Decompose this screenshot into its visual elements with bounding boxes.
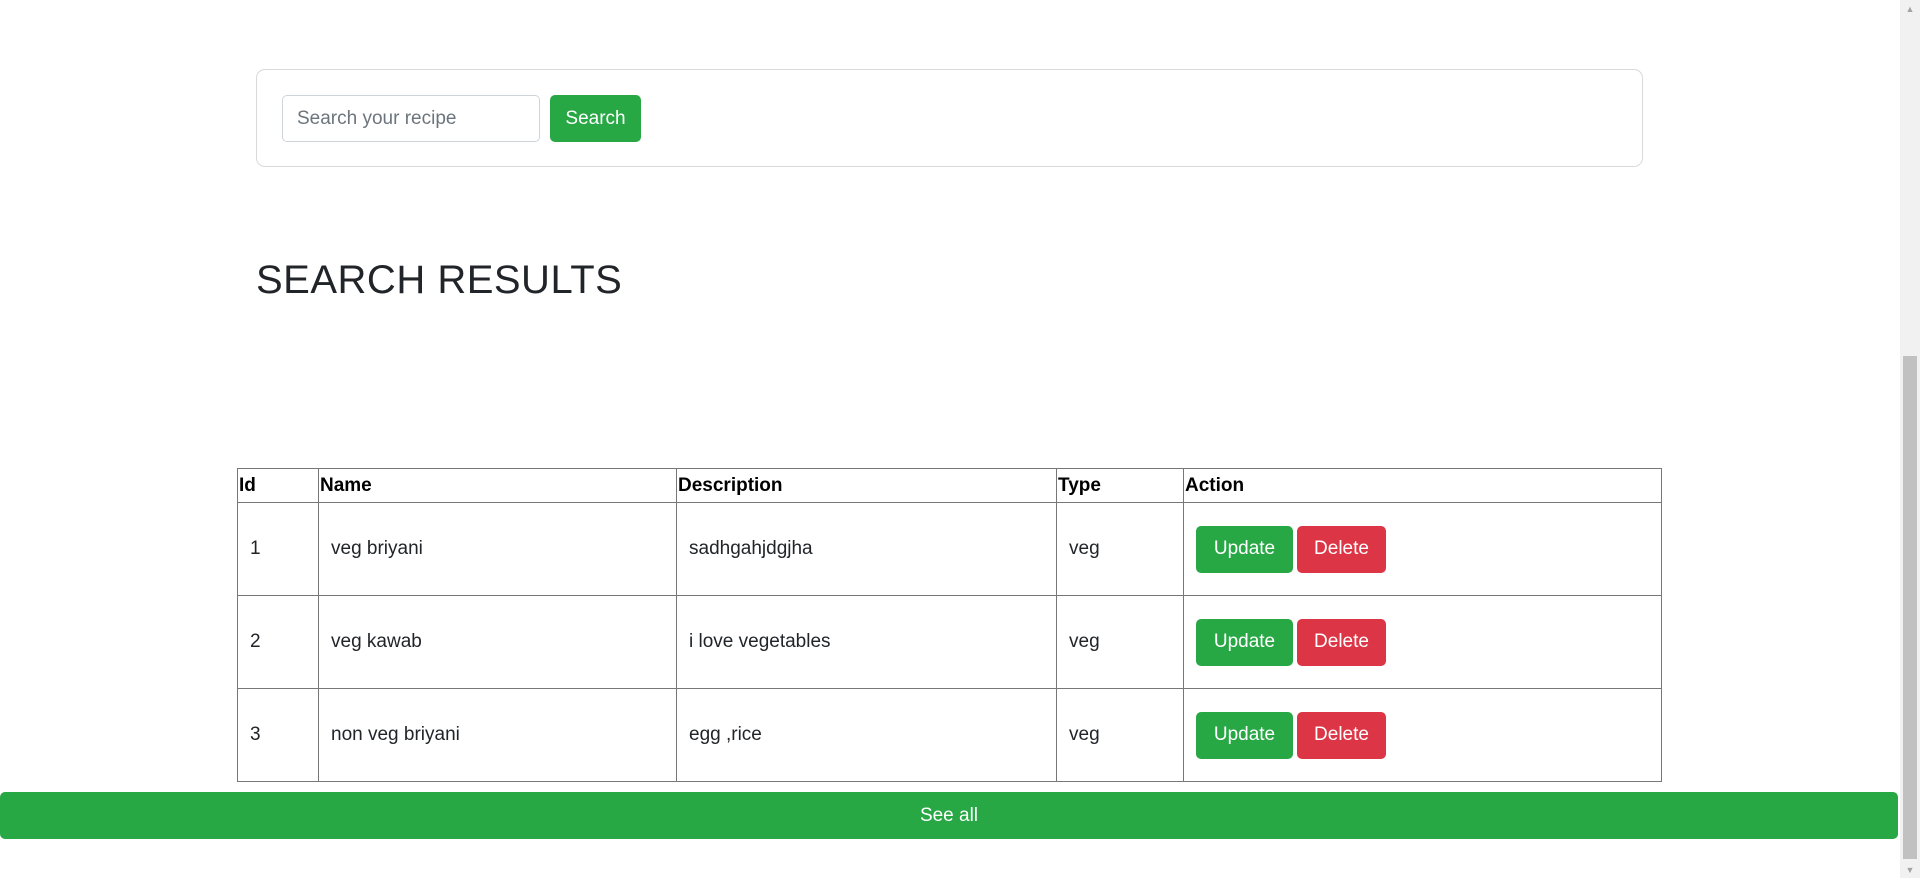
delete-button[interactable]: Delete: [1297, 711, 1386, 759]
search-input[interactable]: [282, 95, 540, 142]
cell-type: veg: [1056, 502, 1184, 596]
cell-type: veg: [1056, 688, 1184, 782]
update-button[interactable]: Update: [1196, 711, 1293, 759]
table-row: 1 veg briyani sadhgahjdgjha veg Update De…: [237, 502, 1662, 596]
table-row: 3 non veg briyani egg ,rice veg Update De…: [237, 688, 1662, 782]
search-button[interactable]: Search: [550, 95, 641, 142]
cell-type: veg: [1056, 595, 1184, 689]
column-header-type: Type: [1056, 468, 1184, 503]
column-header-description: Description: [676, 468, 1057, 503]
cell-description: sadhgahjdgjha: [676, 502, 1057, 596]
triangle-down-icon[interactable]: ▼: [1900, 861, 1920, 878]
delete-button[interactable]: Delete: [1297, 525, 1386, 573]
cell-id: 2: [237, 595, 319, 689]
triangle-up-icon[interactable]: ▲: [1900, 0, 1920, 17]
results-table: Id Name Description Type Action 1 veg br…: [237, 468, 1662, 782]
see-all-button[interactable]: See all: [0, 792, 1898, 839]
table-row: 2 veg kawab i love vegetables veg Update…: [237, 595, 1662, 689]
cell-name: veg kawab: [318, 595, 677, 689]
update-button[interactable]: Update: [1196, 525, 1293, 573]
cell-id: 3: [237, 688, 319, 782]
column-header-action: Action: [1183, 468, 1662, 503]
scrollbar-thumb[interactable]: [1903, 356, 1917, 859]
cell-action: Update Delete: [1183, 688, 1662, 782]
cell-description: i love vegetables: [676, 595, 1057, 689]
table-header-row: Id Name Description Type Action: [237, 468, 1662, 503]
cell-name: veg briyani: [318, 502, 677, 596]
delete-button[interactable]: Delete: [1297, 618, 1386, 666]
column-header-id: Id: [237, 468, 319, 503]
vertical-scrollbar[interactable]: ▲ ▼: [1900, 0, 1920, 878]
search-card: Search: [256, 69, 1643, 167]
cell-action: Update Delete: [1183, 595, 1662, 689]
cell-description: egg ,rice: [676, 688, 1057, 782]
cell-name: non veg briyani: [318, 688, 677, 782]
page: Search SEARCH RESULTS Id Name Descriptio…: [0, 0, 1920, 878]
cell-id: 1: [237, 502, 319, 596]
column-header-name: Name: [318, 468, 677, 503]
update-button[interactable]: Update: [1196, 618, 1293, 666]
search-results-heading: SEARCH RESULTS: [256, 258, 623, 302]
cell-action: Update Delete: [1183, 502, 1662, 596]
